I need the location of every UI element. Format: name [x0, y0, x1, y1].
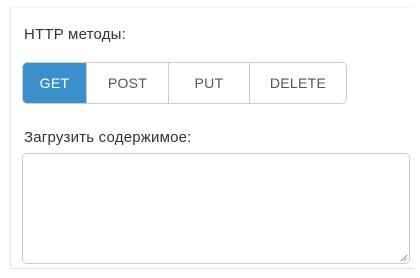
method-delete-button[interactable]: DELETE [250, 63, 346, 103]
http-methods-label: HTTP методы: [24, 26, 127, 43]
method-put-button[interactable]: PUT [169, 63, 250, 103]
method-get-button[interactable]: GET [23, 63, 87, 103]
upload-content-label: Загрузить содержимое: [24, 129, 192, 146]
http-method-button-group: GET POST PUT DELETE [22, 62, 347, 104]
resize-grip-icon[interactable] [398, 252, 408, 262]
upload-content-textarea[interactable] [22, 153, 410, 264]
method-post-button[interactable]: POST [87, 63, 169, 103]
